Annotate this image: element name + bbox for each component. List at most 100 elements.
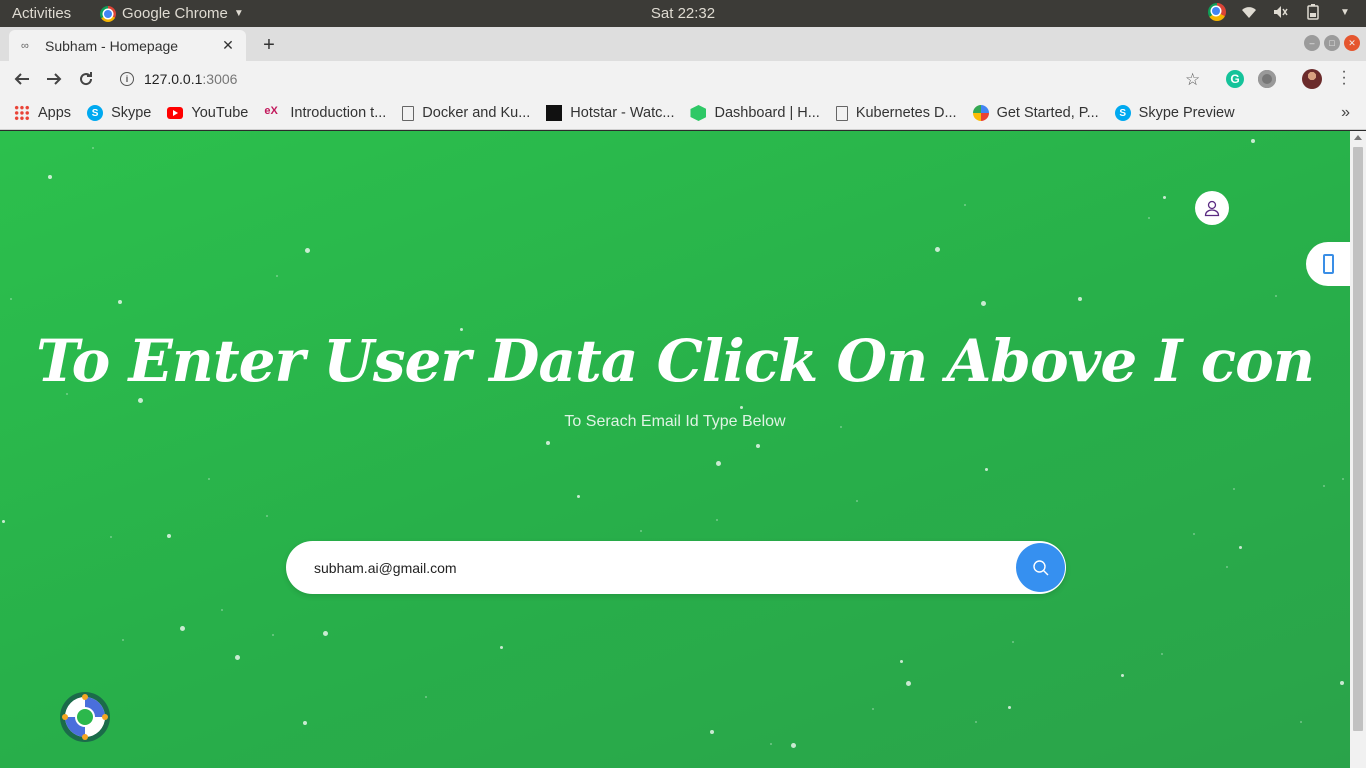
bookmark-get-started[interactable]: Get Started, P... [972, 105, 1099, 121]
page-scrollbar[interactable] [1350, 131, 1366, 768]
bookmark-docker[interactable]: Docker and Ku... [402, 105, 530, 121]
particle-dot [985, 468, 988, 471]
particle-dot [221, 609, 223, 611]
new-tab-button[interactable]: + [258, 34, 280, 56]
email-search-input[interactable] [314, 541, 1004, 594]
particle-dot [981, 301, 986, 306]
particle-dot [425, 696, 427, 698]
system-tray[interactable]: ▼ [1208, 3, 1354, 21]
bookmark-skype-preview[interactable]: S Skype Preview [1114, 105, 1235, 121]
scrollbar-thumb[interactable] [1353, 147, 1363, 731]
particle-dot [10, 298, 12, 300]
particle-dot [1148, 217, 1150, 219]
volume-icon [1272, 3, 1290, 21]
particle-dot [2, 520, 5, 523]
particle-dot [323, 631, 328, 636]
youtube-icon [167, 107, 184, 119]
particle-dot [1275, 295, 1277, 297]
browser-tab[interactable]: ∞ Subham - Homepage ✕ [9, 30, 246, 61]
particle-dot [640, 530, 642, 532]
link-favicon-icon: ∞ [21, 39, 29, 52]
chrome-tray-icon[interactable] [1208, 3, 1226, 21]
lifebuoy-icon [62, 694, 108, 740]
particle-dot [1226, 566, 1228, 568]
particle-dot [1008, 706, 1011, 709]
page-content: To Enter User Data Click On Above I con … [0, 131, 1350, 768]
bookmark-label: Docker and Ku... [422, 105, 531, 121]
wifi-icon [1240, 3, 1258, 21]
app-menu-label: Google Chrome [122, 5, 228, 22]
profile-avatar[interactable] [1302, 69, 1322, 89]
particle-dot [1300, 721, 1302, 723]
tab-strip: ∞ Subham - Homepage ✕ + – □ ✕ [0, 27, 1366, 61]
particle-dot [1342, 478, 1344, 480]
bookmark-edx[interactable]: eX Introduction t... [264, 105, 386, 121]
back-arrow-icon[interactable] [10, 67, 34, 91]
particle-dot [272, 634, 274, 636]
reload-icon[interactable] [74, 67, 98, 91]
bookmark-star-icon[interactable]: ☆ [1185, 70, 1200, 90]
bookmark-dashboard[interactable]: Dashboard | H... [690, 105, 820, 121]
extension-circle-icon[interactable] [1258, 70, 1276, 88]
address-bar[interactable]: i 127.0.0.1:3006 [108, 65, 1220, 93]
page-subheading: To Serach Email Id Type Below [564, 413, 786, 430]
bookmark-youtube[interactable]: YouTube [167, 105, 248, 121]
particle-dot [964, 204, 966, 206]
particle-dot [791, 743, 796, 748]
particle-dot [208, 478, 210, 480]
grammarly-extension-icon[interactable]: G [1226, 70, 1244, 88]
side-contact-tab[interactable] [1306, 242, 1350, 286]
close-window-button[interactable]: ✕ [1344, 35, 1360, 51]
add-user-button[interactable] [1195, 191, 1229, 225]
particle-dot [1012, 641, 1014, 643]
particle-dot [305, 248, 310, 253]
close-tab-icon[interactable]: ✕ [220, 37, 236, 54]
particle-dot [92, 147, 94, 149]
more-bookmarks-chevron-icon[interactable]: » [1341, 104, 1350, 122]
particle-dot [906, 681, 911, 686]
help-lifebuoy-button[interactable] [60, 692, 110, 742]
scroll-up-arrow-icon[interactable] [1354, 135, 1362, 140]
forward-arrow-icon[interactable] [42, 67, 66, 91]
bookmark-label: YouTube [191, 105, 249, 121]
bookmark-label: Get Started, P... [996, 105, 1099, 121]
particle-dot [740, 406, 743, 409]
bookmark-label: Skype Preview [1138, 105, 1235, 121]
edx-icon: eX [264, 105, 278, 117]
bookmark-hotstar[interactable]: Hotstar - Watc... [546, 105, 674, 121]
os-top-bar: Activities Google Chrome ▼ Sat 22:32 ▼ [0, 0, 1366, 27]
particle-dot [1163, 196, 1166, 199]
window-controls: – □ ✕ [1304, 35, 1360, 51]
bookmark-apps[interactable]: Apps [14, 105, 71, 121]
particle-dot [1121, 674, 1124, 677]
site-info-icon[interactable]: i [120, 72, 134, 86]
hackerrank-icon [690, 105, 707, 121]
tab-title: Subham - Homepage [45, 37, 179, 54]
system-menu-caret-icon: ▼ [1340, 6, 1350, 18]
activities-button[interactable]: Activities [12, 5, 71, 22]
bookmark-label: Apps [38, 105, 72, 121]
particle-dot [167, 534, 171, 538]
particle-dot [716, 519, 718, 521]
user-icon [1204, 200, 1220, 217]
particle-dot [500, 646, 503, 649]
particle-dot [1323, 485, 1325, 487]
caret-down-icon: ▼ [233, 8, 244, 19]
chrome-menu-icon[interactable]: · · · [1338, 64, 1350, 92]
particle-dot [1078, 297, 1082, 301]
particle-dot [1239, 546, 1242, 549]
minimize-window-button[interactable]: – [1304, 35, 1320, 51]
particle-dot [118, 300, 122, 304]
maximize-window-button[interactable]: □ [1324, 35, 1340, 51]
bookmarks-bar: Apps S Skype YouTube eX Introduction t... … [0, 97, 1366, 130]
bookmark-skype[interactable]: S Skype [87, 105, 151, 121]
particle-dot [975, 721, 977, 723]
search-button[interactable] [1016, 543, 1065, 592]
chrome-logo-icon [100, 5, 116, 22]
bookmark-kubernetes[interactable]: Kubernetes D... [835, 105, 957, 121]
app-menu[interactable]: Google Chrome ▼ [100, 5, 244, 22]
bookmark-label: Kubernetes D... [855, 105, 957, 121]
particle-dot [1193, 533, 1195, 535]
clock[interactable]: Sat 22:32 [651, 5, 715, 22]
email-search-bar [286, 541, 1066, 594]
